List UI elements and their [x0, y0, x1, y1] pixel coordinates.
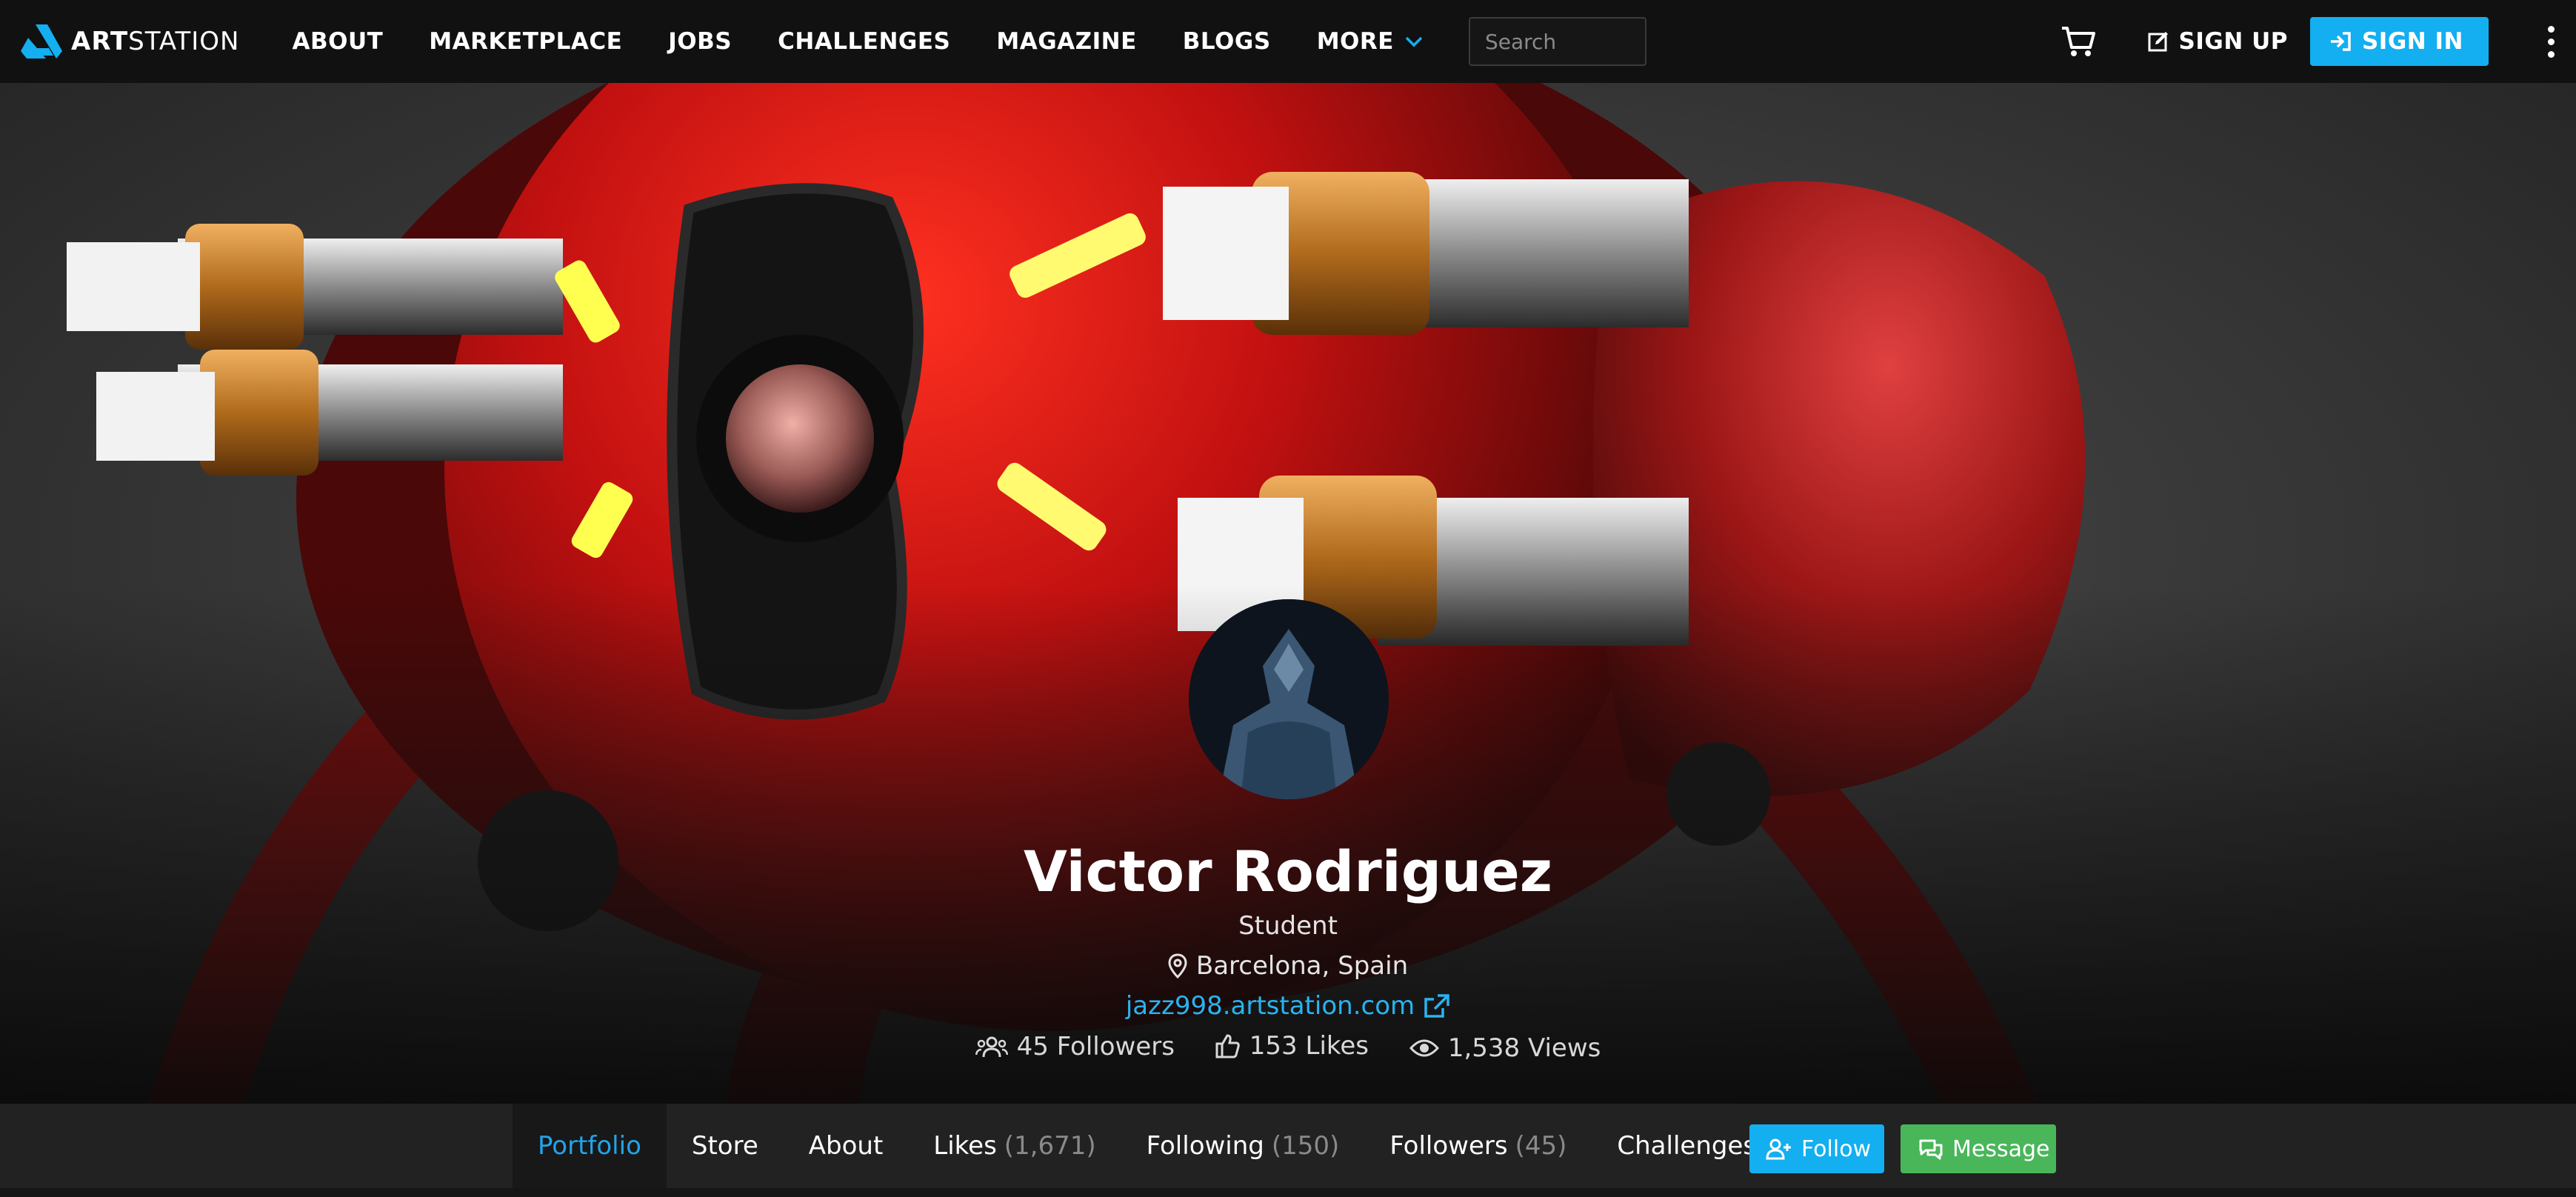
- logo-wordmark: ARTSTATION: [71, 27, 240, 56]
- nav-challenges[interactable]: CHALLENGES: [778, 28, 950, 55]
- tab-following-label: Following: [1146, 1131, 1264, 1161]
- profile-website[interactable]: jazz998.artstation.com: [0, 991, 2576, 1021]
- tab-store[interactable]: Store: [667, 1104, 784, 1188]
- sign-in-label: SIGN IN: [2361, 28, 2463, 55]
- tab-likes[interactable]: Likes (1,671): [908, 1104, 1121, 1188]
- nav-more-label: MORE: [1316, 28, 1394, 55]
- tab-following-count: (150): [1271, 1131, 1340, 1161]
- artstation-logo-icon: [21, 24, 62, 59]
- profile-tabs: Portfolio Store About Likes (1,671) Foll…: [513, 1104, 1781, 1188]
- followers-count: 45 Followers: [1016, 1032, 1175, 1061]
- tab-followers-label: Followers: [1389, 1131, 1508, 1161]
- page-bottom-strip: [0, 1188, 2576, 1197]
- eye-icon: [1409, 1039, 1439, 1057]
- nav-magazine[interactable]: MAGAZINE: [996, 28, 1136, 55]
- tab-followers-count: (45): [1515, 1131, 1567, 1161]
- nav-blogs[interactable]: BLOGS: [1183, 28, 1271, 55]
- artstation-logo[interactable]: ARTSTATION: [21, 0, 240, 83]
- profile-stats: 45 Followers 153 Likes 1,538 Views: [0, 1031, 2576, 1065]
- sign-up-label: SIGN UP: [2178, 28, 2288, 55]
- nav-marketplace[interactable]: MARKETPLACE: [429, 28, 622, 55]
- profile-headline: Student: [1238, 911, 1338, 941]
- external-link-icon: [1424, 994, 1449, 1018]
- sign-in-icon: [2330, 32, 2351, 51]
- tab-about[interactable]: About: [784, 1104, 909, 1188]
- profile-location: Barcelona, Spain: [0, 951, 2576, 985]
- sign-in-button[interactable]: SIGN IN: [2309, 17, 2489, 66]
- kebab-icon[interactable]: [2546, 23, 2555, 61]
- tab-likes-count: (1,671): [1004, 1131, 1096, 1161]
- user-plus-icon: [1766, 1138, 1791, 1160]
- likes-count: 153 Likes: [1249, 1031, 1369, 1061]
- message-button[interactable]: Message: [1901, 1124, 2056, 1173]
- header-actions: SIGN UP SIGN IN: [2061, 0, 2576, 83]
- top-navigation-bar: ARTSTATION ABOUT MARKETPLACE JOBS CHALLE…: [0, 0, 2576, 83]
- stat-followers[interactable]: 45 Followers: [975, 1032, 1175, 1061]
- tab-following[interactable]: Following (150): [1121, 1104, 1365, 1188]
- profile-name: Victor Rodriguez: [1023, 838, 1553, 904]
- search-input[interactable]: [1468, 17, 1646, 66]
- cart-button[interactable]: [2061, 25, 2096, 58]
- profile-tab-bar: Portfolio Store About Likes (1,671) Foll…: [0, 1104, 2576, 1188]
- map-pin-icon: [1168, 953, 1187, 978]
- nav-about[interactable]: ABOUT: [293, 28, 384, 55]
- message-label: Message: [1952, 1136, 2050, 1162]
- website-link[interactable]: jazz998.artstation.com: [1126, 991, 1415, 1021]
- location-text: Barcelona, Spain: [1195, 951, 1409, 981]
- chevron-down-icon: [1405, 36, 1423, 47]
- profile-cover: Victor Rodriguez Student Barcelona, Spai…: [0, 83, 2576, 1104]
- cart-icon: [2061, 27, 2095, 56]
- sign-up-link[interactable]: SIGN UP: [2148, 28, 2288, 55]
- follow-label: Follow: [1801, 1136, 1872, 1162]
- thumbs-up-icon: [1215, 1034, 1240, 1058]
- avatar[interactable]: [1189, 599, 1389, 799]
- nav-jobs[interactable]: JOBS: [668, 28, 732, 55]
- stat-likes: 153 Likes: [1215, 1031, 1369, 1061]
- tab-followers[interactable]: Followers (45): [1364, 1104, 1592, 1188]
- tab-likes-label: Likes: [933, 1131, 997, 1161]
- avatar-image: [1189, 599, 1389, 799]
- chat-icon: [1919, 1139, 1943, 1160]
- main-nav: ABOUT MARKETPLACE JOBS CHALLENGES MAGAZI…: [270, 17, 1646, 66]
- nav-more[interactable]: MORE: [1317, 28, 1424, 55]
- views-count: 1,538 Views: [1447, 1033, 1601, 1063]
- users-icon: [975, 1036, 1008, 1058]
- tab-portfolio[interactable]: Portfolio: [513, 1104, 667, 1188]
- stat-views: 1,538 Views: [1409, 1033, 1601, 1063]
- edit-icon: [2148, 32, 2168, 52]
- follow-button[interactable]: Follow: [1749, 1124, 1884, 1173]
